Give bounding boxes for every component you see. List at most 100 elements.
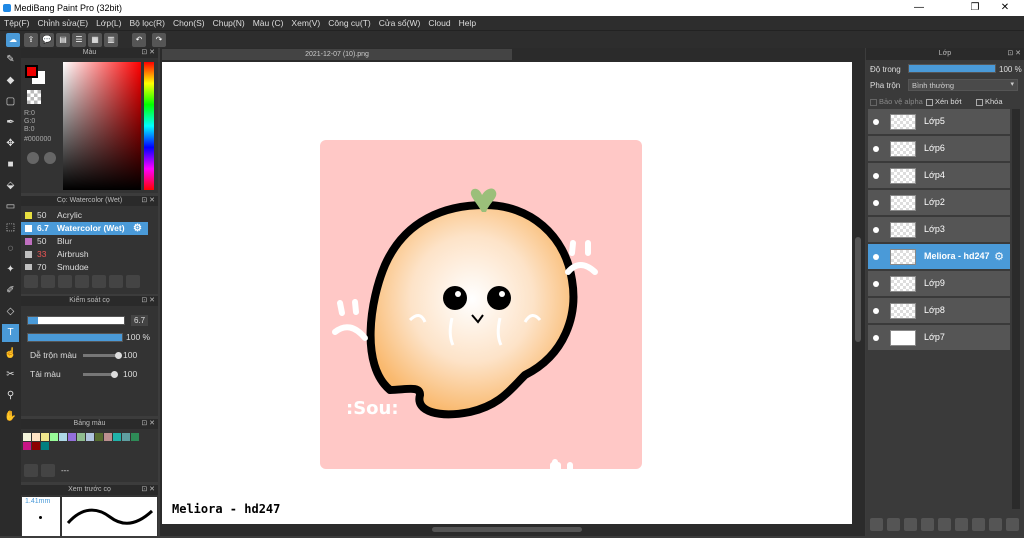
- document-tab[interactable]: 2021-12-07 (10).png: [162, 49, 512, 60]
- palette-swatch[interactable]: [131, 433, 139, 441]
- new-layer-icon[interactable]: [870, 518, 883, 531]
- visibility-eye-icon[interactable]: [873, 281, 879, 287]
- minimize-icon[interactable]: —: [904, 1, 934, 15]
- magic-wand-icon[interactable]: ✦: [2, 261, 19, 279]
- layer-row[interactable]: Lớp4: [868, 163, 1010, 189]
- share-icon[interactable]: ⇪: [24, 33, 38, 47]
- menu-view[interactable]: Xem(V): [287, 16, 324, 30]
- gradient-tool-icon[interactable]: ▭: [2, 198, 19, 216]
- eraser-tool-icon[interactable]: ◆: [2, 72, 19, 90]
- visibility-eye-icon[interactable]: [873, 308, 879, 314]
- add-layer-menu-icon[interactable]: [921, 518, 934, 531]
- hand-tool-icon[interactable]: ✋: [2, 408, 19, 426]
- duplicate-icon[interactable]: [109, 275, 123, 288]
- menu-window[interactable]: Cửa sổ(W): [375, 16, 425, 30]
- folder-icon[interactable]: [938, 518, 951, 531]
- horizontal-scroll-thumb[interactable]: [432, 527, 582, 532]
- brush-tool-icon[interactable]: ✎: [2, 51, 19, 69]
- palette-swatch[interactable]: [32, 433, 40, 441]
- panel-menu-icon[interactable]: ⊡ ✕: [141, 48, 155, 58]
- copy-brush-icon[interactable]: [75, 275, 89, 288]
- menu-color[interactable]: Màu (C): [249, 16, 288, 30]
- palette-swatch[interactable]: [23, 442, 31, 450]
- panel-menu-icon[interactable]: ⊡ ✕: [1007, 48, 1021, 60]
- pen-tool-icon[interactable]: ✒: [2, 114, 19, 132]
- brush-opacity-bar[interactable]: [27, 333, 123, 342]
- palette-swatch[interactable]: [68, 433, 76, 441]
- select-pen-icon[interactable]: ✐: [2, 282, 19, 300]
- menu-layer[interactable]: Lớp(L): [92, 16, 125, 30]
- visibility-eye-icon[interactable]: [873, 200, 879, 206]
- layer-row[interactable]: Lớp5: [868, 109, 1010, 135]
- layer-opacity-bar[interactable]: [908, 64, 996, 73]
- menu-select[interactable]: Chọn(S): [169, 16, 209, 30]
- bucket-tool-icon[interactable]: ⬙: [2, 177, 19, 195]
- panel-menu-icon[interactable]: ⊡ ✕: [141, 485, 155, 495]
- new-brush-icon[interactable]: [41, 275, 55, 288]
- palette-swatch[interactable]: [23, 433, 31, 441]
- palette-swatch[interactable]: [41, 433, 49, 441]
- divide-tool-icon[interactable]: ✂: [2, 366, 19, 384]
- brush-item-acrylic[interactable]: 50 Acrylic: [21, 209, 148, 222]
- hue-slider[interactable]: [144, 62, 154, 190]
- move-tool-icon[interactable]: ✥: [2, 135, 19, 153]
- visibility-eye-icon[interactable]: [873, 173, 879, 179]
- palette-swatch[interactable]: [122, 433, 130, 441]
- brush-item-blur[interactable]: 50 Blur: [21, 235, 148, 248]
- load-slider-knob[interactable]: [111, 371, 118, 378]
- palette-swatch[interactable]: [59, 433, 67, 441]
- folder-icon[interactable]: [92, 275, 106, 288]
- layer-row[interactable]: Lớp8: [868, 298, 1010, 324]
- lock-option[interactable]: Khóa: [976, 97, 1003, 106]
- blend-mode-select[interactable]: Bình thường ▾: [908, 79, 1018, 91]
- menu-edit[interactable]: Chỉnh sửa(E): [34, 16, 93, 30]
- palette-swatch[interactable]: [104, 433, 112, 441]
- layer-menu-icon[interactable]: [989, 518, 1002, 531]
- close-icon[interactable]: ✕: [990, 1, 1020, 15]
- delete-brush-icon[interactable]: [126, 275, 140, 288]
- layer-row[interactable]: Lớp9: [868, 271, 1010, 297]
- panel-menu-icon[interactable]: ⊡ ✕: [141, 196, 155, 206]
- protect-alpha-option[interactable]: Bảo vệ alpha: [870, 97, 923, 106]
- vertical-scroll-thumb[interactable]: [855, 237, 861, 342]
- layer-scrollbar[interactable]: [1012, 109, 1020, 509]
- visibility-eye-icon[interactable]: [873, 146, 879, 152]
- mix-slider-knob[interactable]: [115, 352, 122, 359]
- layer-row-selected[interactable]: Meliora - hd247 ⚙: [868, 244, 1010, 270]
- layer-row[interactable]: Lớp6: [868, 136, 1010, 162]
- note-icon[interactable]: ▤: [56, 33, 70, 47]
- rectangle-tool-icon[interactable]: ▢: [2, 93, 19, 111]
- mix-slider[interactable]: [83, 354, 119, 357]
- layer-row[interactable]: Lớp2: [868, 190, 1010, 216]
- clipping-option[interactable]: Xén bớt: [926, 97, 962, 106]
- palette-swatch[interactable]: [77, 433, 85, 441]
- operation-tool-icon[interactable]: ☝: [2, 345, 19, 363]
- palette-swatch[interactable]: [86, 433, 94, 441]
- grid-icon[interactable]: ▦: [88, 33, 102, 47]
- new-8bit-layer-icon[interactable]: [904, 518, 917, 531]
- duplicate-layer-icon[interactable]: [955, 518, 968, 531]
- brush-item-smudge[interactable]: 70 Smudge: [21, 261, 148, 270]
- brush-item-airbrush[interactable]: 33 Airbrush: [21, 248, 148, 261]
- brush-size-bar[interactable]: [27, 316, 125, 325]
- menu-help[interactable]: Help: [455, 16, 480, 30]
- restore-icon[interactable]: ❐: [960, 1, 990, 15]
- palette-swatch[interactable]: [113, 433, 121, 441]
- visibility-eye-icon[interactable]: [873, 227, 879, 233]
- transparent-swatch[interactable]: [27, 90, 41, 104]
- menu-file[interactable]: Tệp(F): [0, 16, 34, 30]
- vertical-scrollbar[interactable]: [853, 62, 863, 524]
- fill-shape-tool-icon[interactable]: ■: [2, 156, 19, 174]
- list-icon[interactable]: ☰: [72, 33, 86, 47]
- lasso-tool-icon[interactable]: ◌: [2, 240, 19, 258]
- delete-layer-icon[interactable]: [1006, 518, 1019, 531]
- cloud-brush-icon[interactable]: [24, 275, 38, 288]
- layer-row[interactable]: Lớp3: [868, 217, 1010, 243]
- text-tool-icon[interactable]: T: [2, 324, 19, 342]
- eyedropper-icon[interactable]: ⚲: [2, 387, 19, 405]
- horizontal-scrollbar[interactable]: [162, 525, 852, 534]
- merge-layer-icon[interactable]: [972, 518, 985, 531]
- gear-icon[interactable]: ⚙: [994, 250, 1004, 263]
- new-halftone-layer-icon[interactable]: [887, 518, 900, 531]
- canvas[interactable]: :Sou: Meliora - hd247: [162, 62, 852, 524]
